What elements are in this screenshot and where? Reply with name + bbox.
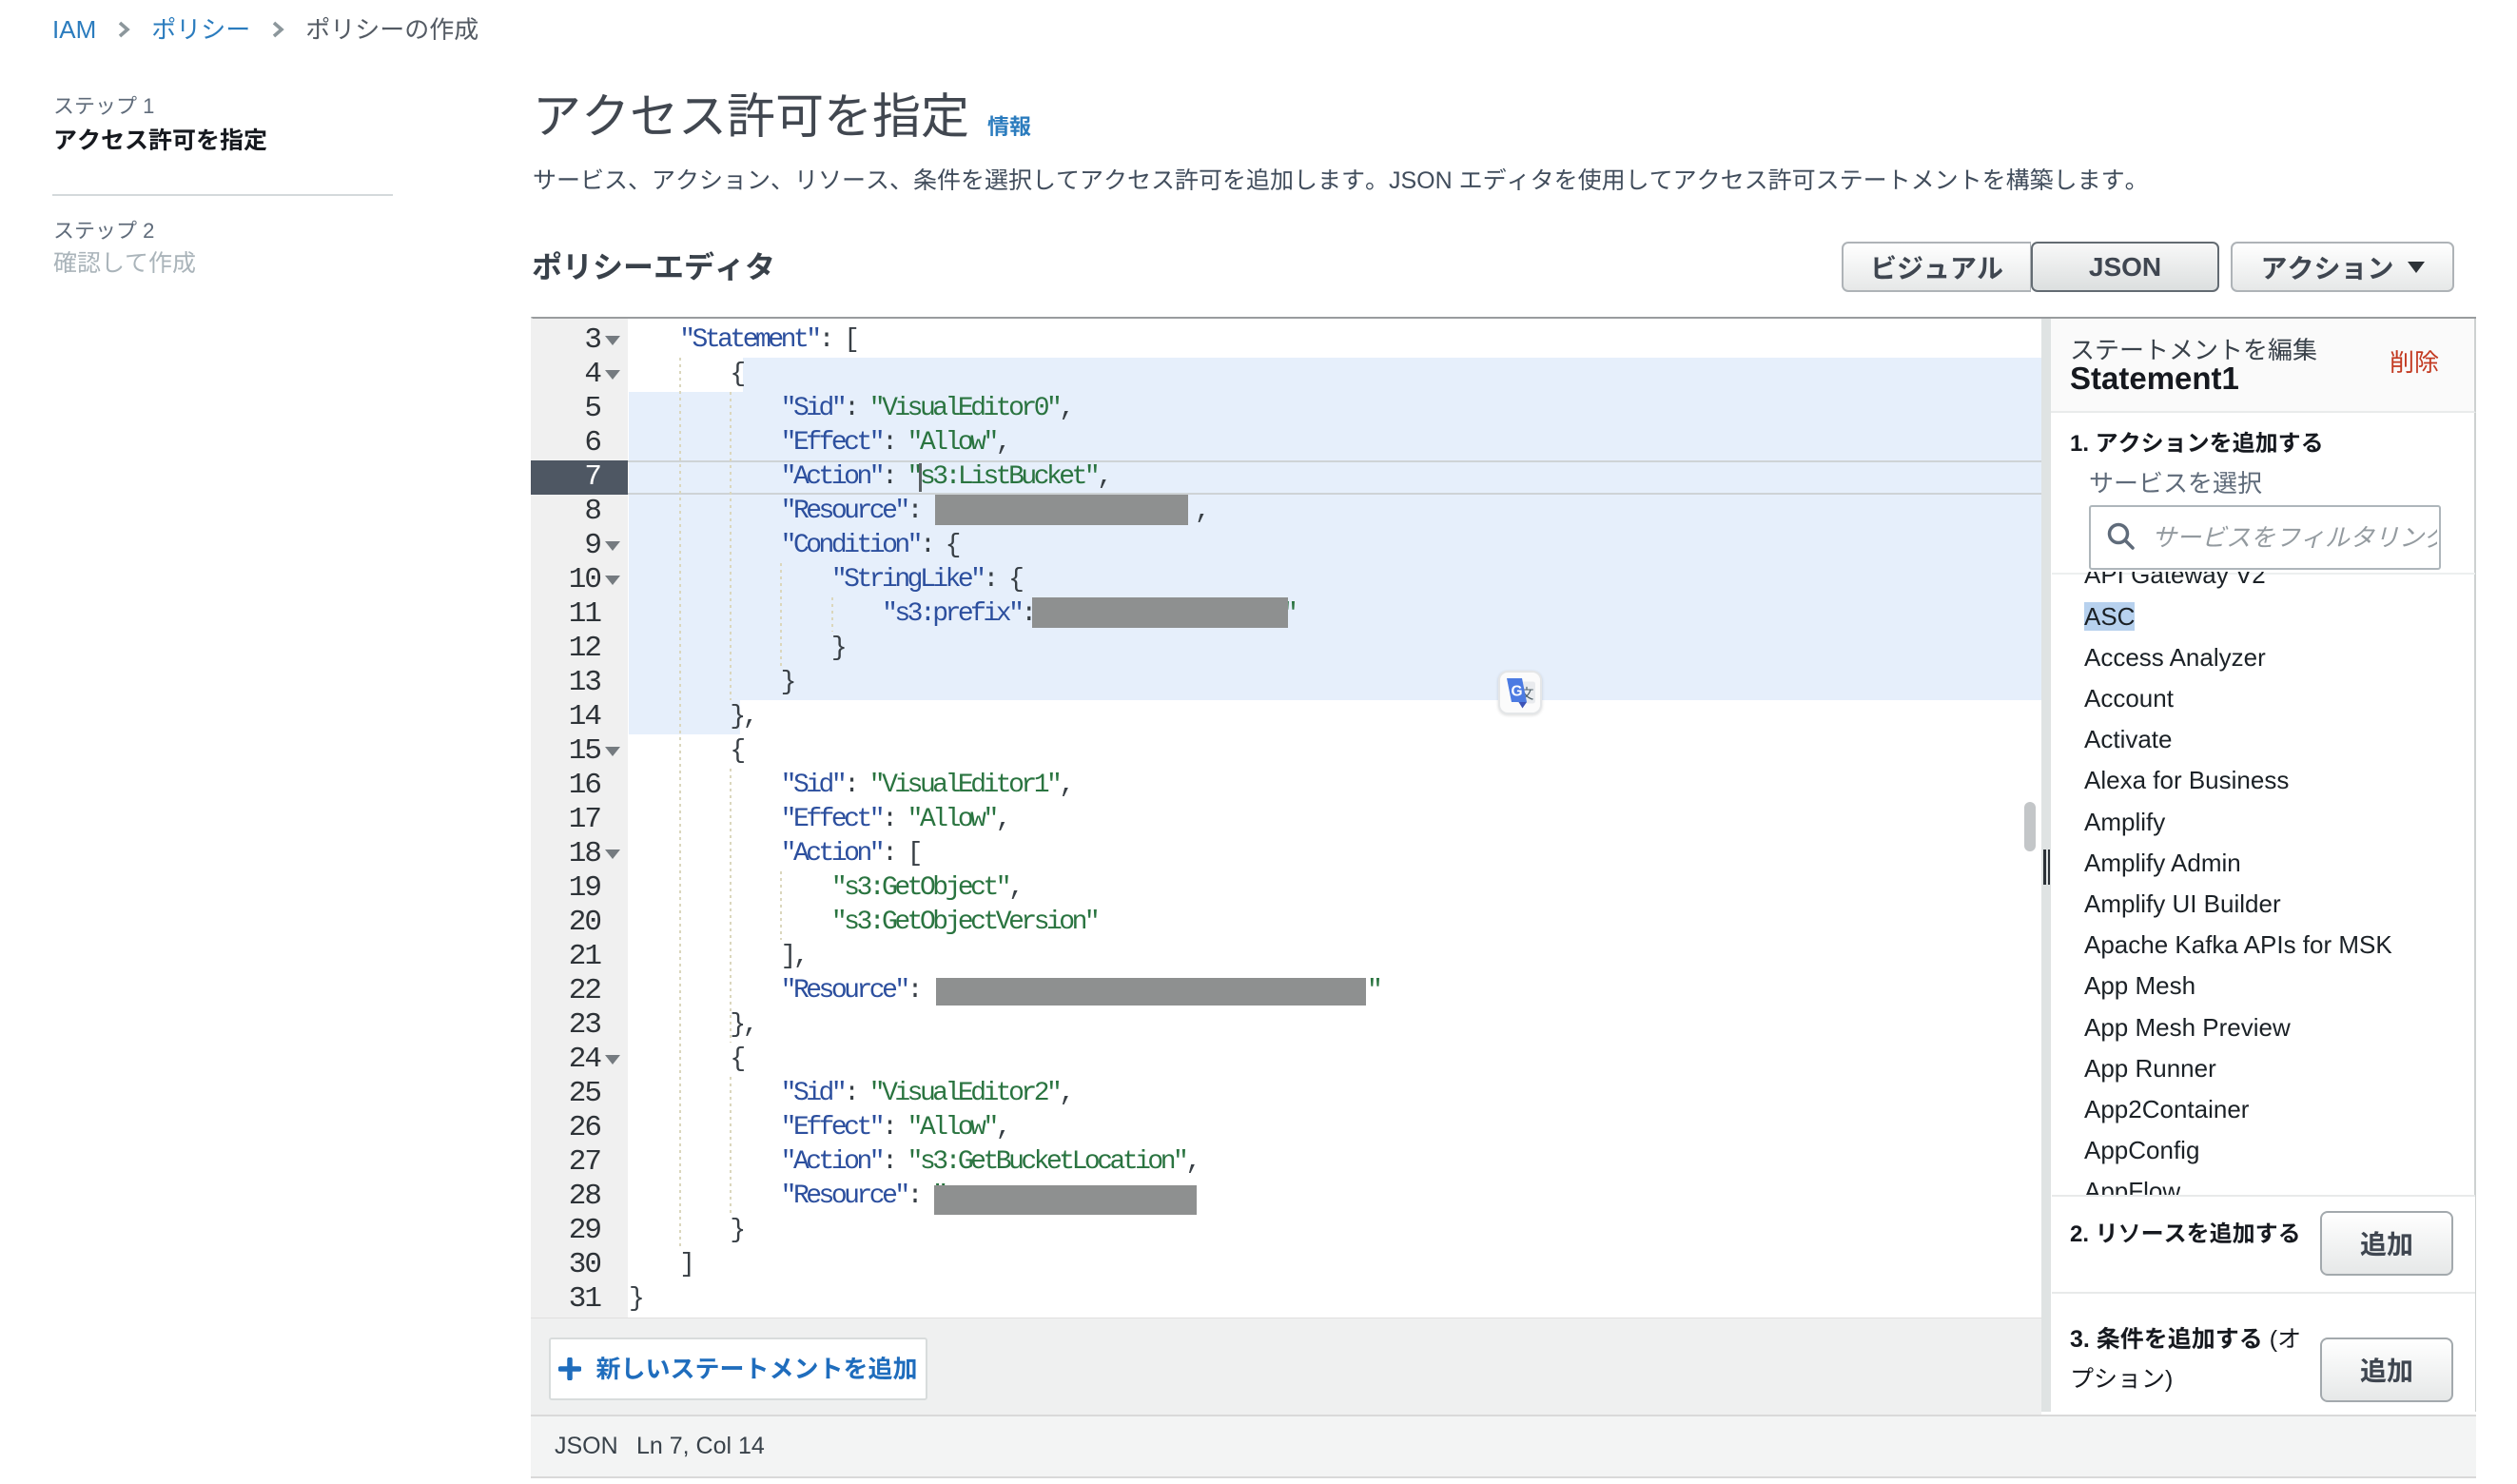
svg-text:G: G — [1511, 684, 1522, 700]
